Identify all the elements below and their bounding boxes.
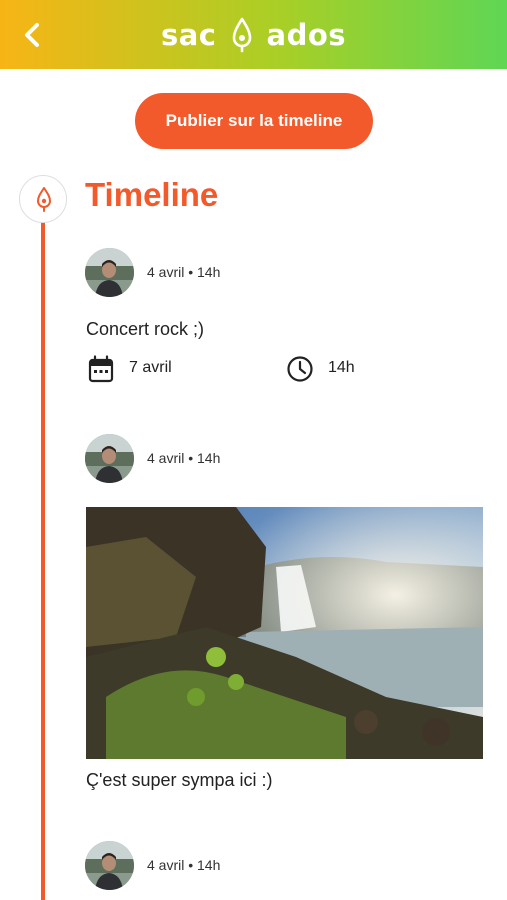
avatar[interactable] <box>85 247 134 297</box>
post-header: 4 avril • 14h <box>85 433 220 483</box>
timeline-line <box>41 222 45 900</box>
avatar[interactable] <box>85 433 134 483</box>
timeline-title: Timeline <box>85 176 219 213</box>
event-time: 14h <box>328 359 355 376</box>
post-header: 4 avril • 14h <box>85 840 220 890</box>
publish-on-timeline-button[interactable]: Publier sur la timeline <box>135 93 373 149</box>
compass-pin-icon <box>232 17 251 52</box>
app-logo: sac ados <box>0 0 507 69</box>
logo-text-left: sac <box>160 17 217 52</box>
post-text: Concert rock ;) <box>86 319 205 339</box>
event-date: 7 avril <box>129 359 172 376</box>
post-caption: Ç'est super sympa ici :) <box>86 770 273 790</box>
post-meta: 4 avril • 14h <box>147 264 221 280</box>
timeline-badge <box>19 175 67 223</box>
clock-icon <box>287 356 313 382</box>
post-header: 4 avril • 14h <box>85 247 220 297</box>
post-photo[interactable] <box>86 507 483 759</box>
post-meta: 4 avril • 14h <box>147 857 221 873</box>
compass-pin-icon <box>37 187 51 212</box>
calendar-icon <box>88 355 114 383</box>
post-meta: 4 avril • 14h <box>147 450 221 466</box>
app-header: sac ados <box>0 0 507 69</box>
avatar[interactable] <box>85 840 134 890</box>
event-details: 7 avril 14h <box>88 354 388 384</box>
logo-text-right: ados <box>266 17 347 52</box>
